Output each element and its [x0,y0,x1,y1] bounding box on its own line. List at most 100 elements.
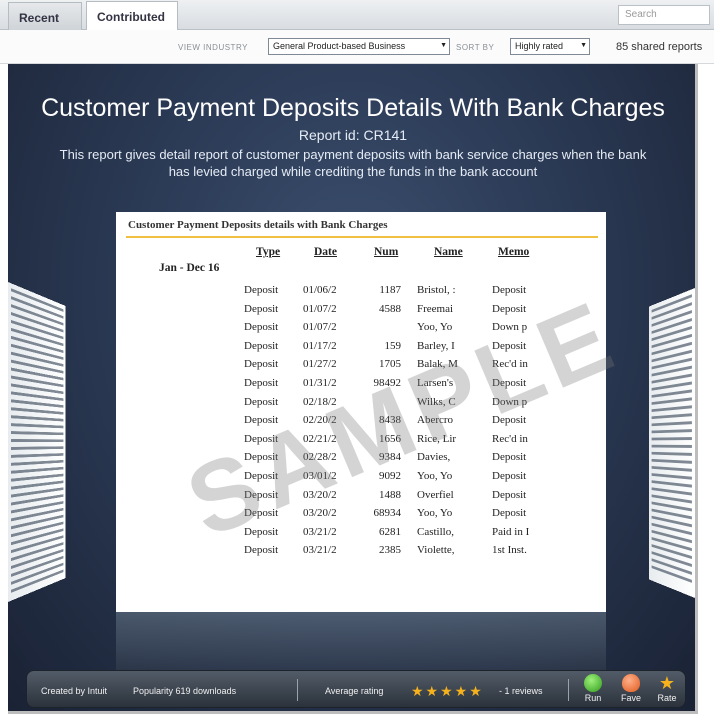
cell-type: Deposit [244,284,279,296]
cell-memo: Deposit [492,302,527,315]
sheet-heading: Customer Payment Deposits details with B… [128,219,388,231]
report-title: Customer Payment Deposits Details With B… [41,94,665,122]
sort-select[interactable]: Highly rated ▼ [510,38,590,55]
heart-icon [622,674,640,692]
column-header-type: Type [256,246,281,258]
tab-recent[interactable]: Recent [8,2,82,30]
cell-type: Deposit [244,395,279,408]
cell-num: 1187 [379,284,401,296]
industry-label: VIEW INDUSTRY [178,43,248,52]
cell-num: 1656 [379,432,401,445]
rate-button[interactable]: ★ Rate [653,674,681,703]
cell-memo: Down p [492,395,528,408]
cell-name: Abercro [417,414,454,427]
run-label: Run [584,693,602,703]
cell-name: Yoo, Yo [417,469,453,482]
shared-reports-count: 85 shared reports [616,41,703,53]
cell-memo: Deposit [492,469,527,482]
cell-memo: Deposit [492,507,527,520]
cell-date: 03/21/2 [303,544,337,557]
cell-num: 6281 [379,525,401,538]
cell-name: Bristol, : [417,284,456,296]
cell-memo: Paid in I [492,525,530,538]
cell-date: 02/20/2 [303,414,337,427]
cell-date: 01/31/2 [303,376,337,389]
cell-num: 1705 [379,358,401,371]
table-row: Deposit 02/21/2 1656 Rice, Lir Rec'd in [116,431,606,450]
cell-name: Violette, [417,544,455,557]
report-footer-bar: Created by Intuit Popularity 619 downloa… [26,670,686,708]
industry-select[interactable]: General Product-based Business ▼ [268,38,450,55]
cell-num: 1488 [379,488,401,501]
cell-type: Deposit [244,339,279,352]
cell-type: Deposit [244,376,279,389]
reviews-count[interactable]: - 1 reviews [499,686,543,696]
table-row: Deposit 03/20/2 68934 Yoo, Yo Deposit [116,505,606,524]
divider [568,679,569,701]
report-sample-sheet: Customer Payment Deposits details with B… [116,212,632,612]
cell-num: 98492 [373,376,402,389]
cell-memo: Deposit [492,376,527,389]
report-preview-panel: Customer Payment Deposits Details With B… [8,64,698,714]
cell-memo: Rec'd in [492,358,528,371]
column-header-date: Date [314,246,337,258]
cell-name: Yoo, Yo [417,321,453,334]
fave-button[interactable]: Fave [617,674,645,703]
heading-rule [126,236,598,238]
cell-date: 01/17/2 [303,339,337,352]
average-rating-label: Average rating [325,686,384,696]
rate-label: Rate [657,693,677,703]
table-row: Deposit 02/18/2 Wilks, C Down p [116,394,606,413]
cell-num: 159 [384,339,402,352]
cell-memo: Rec'd in [492,432,528,445]
chevron-down-icon: ▼ [580,42,587,49]
tab-contributed[interactable]: Contributed [86,1,178,31]
table-row: Deposit 01/31/2 98492 Larsen's Deposit [116,375,606,394]
column-header-name: Name [434,246,463,258]
cell-date: 03/21/2 [303,525,337,538]
run-button[interactable]: Run [579,674,607,703]
divider [297,679,298,701]
cell-memo: Deposit [492,339,527,352]
cell-date: 02/21/2 [303,432,337,445]
sort-select-value: Highly rated [515,41,564,51]
cell-name: Larsen's [417,376,454,389]
cell-memo: Deposit [492,284,527,296]
cell-num: 2385 [379,544,401,557]
cell-num: 9384 [379,451,401,464]
cell-type: Deposit [244,358,279,371]
table-row: Deposit 01/07/2 Yoo, Yo Down p [116,319,606,338]
report-id: Report id: CR141 [298,127,408,143]
cell-date: 03/01/2 [303,469,337,482]
cell-name: Davies, [417,451,451,464]
report-gallery-window: Recent Contributed Search VIEW INDUSTRY … [0,0,714,725]
cell-name: Barley, I [417,339,455,352]
star-icon: ★ [658,673,676,693]
created-by: Created by Intuit [41,686,108,696]
cell-name: Castillo, [417,525,454,538]
cell-date: 01/07/2 [303,321,337,334]
cell-type: Deposit [244,488,279,501]
popularity: Popularity 619 downloads [133,686,237,696]
cell-type: Deposit [244,321,279,334]
sort-label: SORT BY [456,43,495,52]
cell-date: 03/20/2 [303,507,337,520]
rating-stars-icon: ★★★★★ [411,683,484,699]
report-period: Jan - Dec 16 [159,262,220,274]
cell-memo: Deposit [492,451,527,464]
cell-name: Rice, Lir [417,432,457,445]
adjacent-report-left[interactable] [8,282,66,602]
tab-bar: Recent Contributed Search [0,0,714,31]
cell-num: 68934 [373,507,402,520]
cell-memo: Down p [492,321,528,334]
cell-type: Deposit [244,544,279,557]
table-row: Deposit 01/17/2 159 Barley, I Deposit [116,338,606,357]
adjacent-report-right[interactable] [649,288,695,598]
cell-name: Yoo, Yo [417,507,453,520]
cell-type: Deposit [244,432,279,445]
search-input[interactable]: Search [618,5,710,25]
report-description: This report gives detail report of custo… [59,147,647,179]
table-row: Deposit 03/01/2 9092 Yoo, Yo Deposit [116,468,606,487]
cell-memo: Deposit [492,414,527,427]
cell-date: 01/27/2 [303,358,337,371]
